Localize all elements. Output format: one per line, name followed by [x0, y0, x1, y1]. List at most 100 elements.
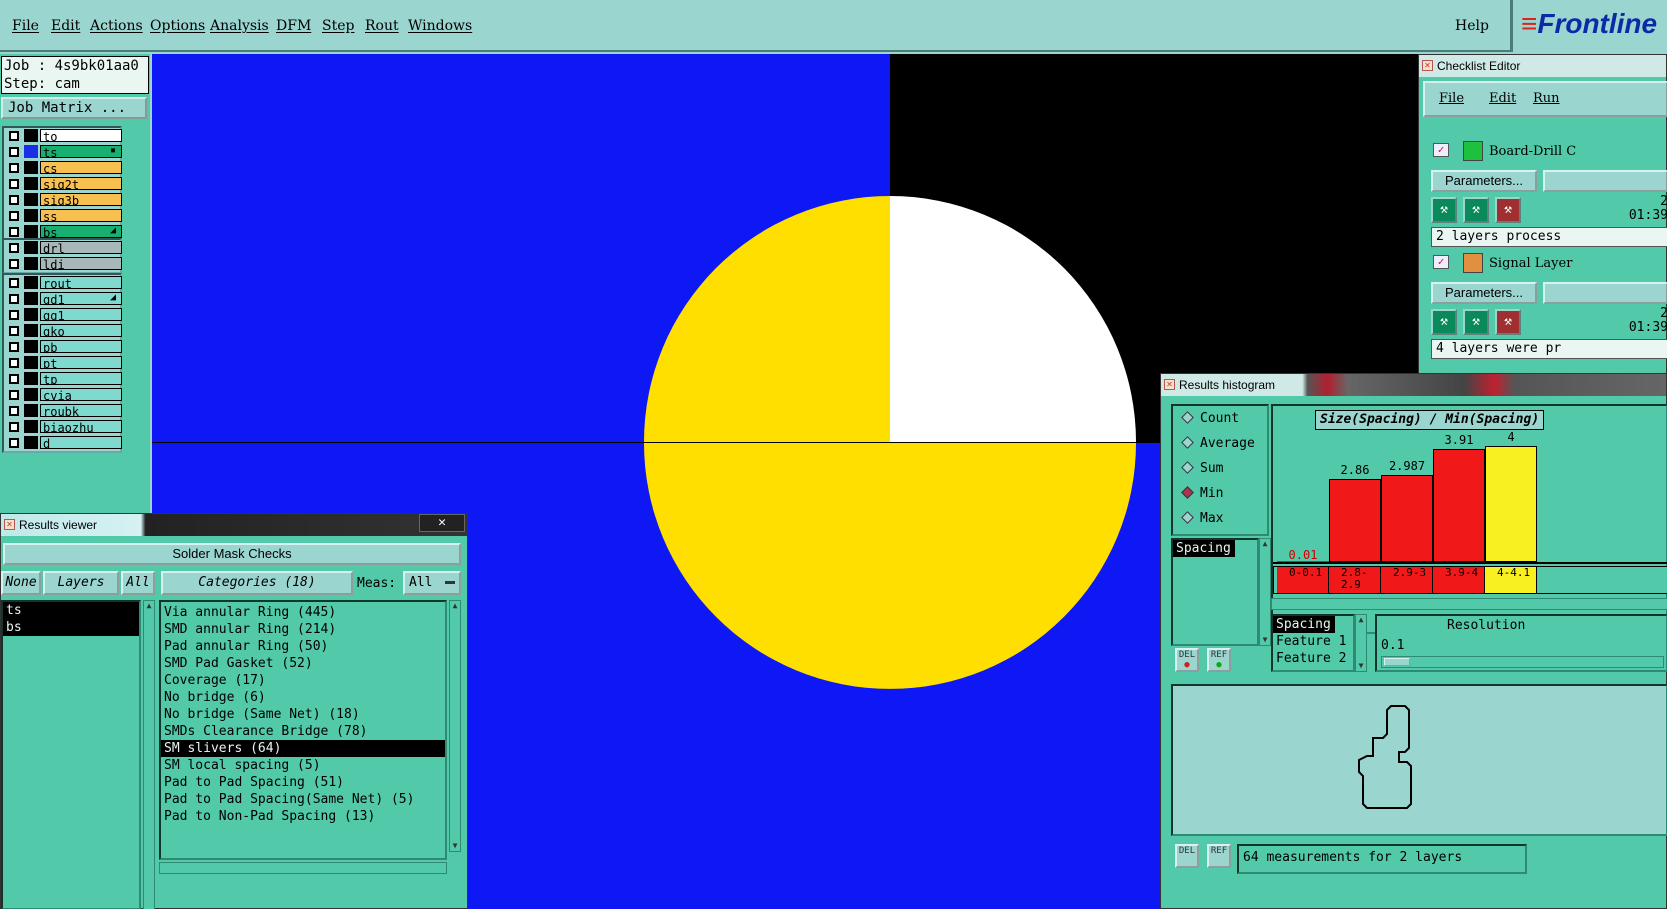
- category-item[interactable]: Pad to Non-Pad Spacing (13): [161, 808, 445, 825]
- meas-select[interactable]: All: [403, 571, 461, 595]
- bin-label[interactable]: 0-0.1: [1277, 567, 1329, 593]
- layer-name[interactable]: pb: [40, 340, 122, 353]
- layer-checkbox[interactable]: [9, 211, 19, 221]
- checklist-menu-file[interactable]: File: [1439, 91, 1464, 106]
- menu-options[interactable]: Options: [150, 18, 205, 34]
- layer-color-swatch[interactable]: [24, 129, 38, 142]
- layer-color-swatch[interactable]: [24, 324, 38, 337]
- layers-button[interactable]: Layers: [43, 571, 119, 595]
- mode-radio-average[interactable]: Average: [1181, 435, 1255, 453]
- ref-preview-button[interactable]: REF: [1207, 844, 1231, 868]
- stop-action-icon[interactable]: ⚒: [1495, 197, 1521, 223]
- layer-checkbox[interactable]: [9, 163, 19, 173]
- list-item[interactable]: Spacing: [1173, 540, 1235, 557]
- bin-label[interactable]: 2.9-3: [1381, 567, 1433, 593]
- layer-checkbox[interactable]: [9, 278, 19, 288]
- scroll-down-icon[interactable]: ▼: [1356, 661, 1366, 671]
- del-button[interactable]: DEL ●: [1175, 648, 1199, 672]
- category-item[interactable]: Coverage (17): [161, 672, 445, 689]
- radio-indicator-icon[interactable]: [1181, 436, 1194, 449]
- measure-scrollbar[interactable]: ▲ ▼: [1259, 538, 1271, 646]
- layer-list-scrollbar[interactable]: ▲: [143, 600, 155, 909]
- layer-name[interactable]: sig3b: [40, 193, 122, 206]
- layer-color-swatch[interactable]: [24, 436, 38, 449]
- menu-actions[interactable]: Actions: [90, 18, 143, 34]
- layer-row[interactable]: ss: [4, 208, 122, 224]
- layer-name[interactable]: pt: [40, 356, 122, 369]
- stop-action-icon[interactable]: ⚒: [1495, 309, 1521, 335]
- layer-color-swatch[interactable]: [24, 388, 38, 401]
- checklist-menu-run[interactable]: Run: [1533, 91, 1560, 106]
- layer-row[interactable]: pb: [4, 339, 122, 355]
- category-item[interactable]: No bridge (6): [161, 689, 445, 706]
- layer-checkbox[interactable]: [9, 131, 19, 141]
- category-item[interactable]: Pad to Pad Spacing (51): [161, 774, 445, 791]
- layer-color-swatch[interactable]: [24, 145, 38, 158]
- radio-indicator-icon[interactable]: [1181, 486, 1194, 499]
- layer-row[interactable]: ts ▪: [4, 144, 122, 160]
- layer-row[interactable]: gko: [4, 323, 122, 339]
- layer-color-swatch[interactable]: [24, 404, 38, 417]
- bin-label[interactable]: 2.8-2.9: [1329, 567, 1381, 593]
- radio-indicator-icon[interactable]: [1181, 411, 1194, 424]
- mode-radio-count[interactable]: Count: [1181, 410, 1239, 428]
- layer-checkbox[interactable]: [9, 179, 19, 189]
- plot-hscrollbar[interactable]: [1271, 598, 1667, 610]
- layer-checkbox[interactable]: [9, 294, 19, 304]
- layer-row[interactable]: rout: [4, 275, 122, 291]
- list-item[interactable]: ts: [3, 602, 139, 619]
- mode-radio-sum[interactable]: Sum: [1181, 460, 1223, 478]
- layer-color-swatch[interactable]: [24, 292, 38, 305]
- layer-color-swatch[interactable]: [24, 308, 38, 321]
- layer-name[interactable]: roubk: [40, 404, 122, 417]
- layer-name[interactable]: rout: [40, 276, 122, 289]
- layer-row[interactable]: d: [4, 435, 122, 451]
- axis-scrollbar[interactable]: ▲ ▼: [1355, 614, 1367, 672]
- layer-row[interactable]: biaozhu: [4, 419, 122, 435]
- mode-radio-max[interactable]: Max: [1181, 510, 1223, 528]
- category-list-scrollbar[interactable]: ▲ ▼: [449, 600, 461, 852]
- scroll-down-icon[interactable]: ▼: [1260, 635, 1270, 645]
- layer-color-swatch[interactable]: [24, 193, 38, 206]
- histogram-bar[interactable]: [1433, 448, 1485, 562]
- layer-color-swatch[interactable]: [24, 257, 38, 270]
- checklist-titlebar[interactable]: ✕ Checklist Editor: [1419, 55, 1666, 77]
- list-item[interactable]: Feature 1: [1273, 633, 1353, 650]
- resolution-slider[interactable]: [1381, 656, 1664, 668]
- menu-step[interactable]: Step: [322, 18, 354, 34]
- none-button[interactable]: None: [1, 571, 41, 595]
- category-item[interactable]: SM local spacing (5): [161, 757, 445, 774]
- category-hscrollbar[interactable]: [159, 862, 447, 874]
- layer-row[interactable]: tp: [4, 371, 122, 387]
- layer-checkbox[interactable]: [9, 390, 19, 400]
- parameters-button[interactable]: Parameters...: [1431, 282, 1537, 304]
- parameters-button[interactable]: Parameters...: [1431, 170, 1537, 192]
- slider-handle[interactable]: [1384, 658, 1410, 666]
- category-item[interactable]: Pad annular Ring (50): [161, 638, 445, 655]
- scroll-down-icon[interactable]: ▼: [450, 841, 460, 851]
- categories-button[interactable]: Categories (18): [161, 571, 353, 595]
- layer-checkbox[interactable]: [9, 310, 19, 320]
- layer-checkbox[interactable]: [9, 438, 19, 448]
- layer-checkbox[interactable]: [9, 243, 19, 253]
- list-item[interactable]: bs: [3, 619, 139, 636]
- scroll-up-icon[interactable]: ▲: [144, 601, 154, 611]
- ref-button[interactable]: REF ●: [1207, 648, 1231, 672]
- layer-color-swatch[interactable]: [24, 177, 38, 190]
- layer-checkbox[interactable]: [9, 406, 19, 416]
- layer-row[interactable]: pt: [4, 355, 122, 371]
- layer-row[interactable]: cvia: [4, 387, 122, 403]
- layer-name[interactable]: gko: [40, 324, 122, 337]
- run-action-icon[interactable]: ⚒: [1431, 309, 1457, 335]
- category-item[interactable]: Via annular Ring (445): [161, 604, 445, 621]
- layer-color-swatch[interactable]: [24, 276, 38, 289]
- layer-name[interactable]: cvia: [40, 388, 122, 401]
- job-matrix-button[interactable]: Job Matrix ...: [1, 97, 147, 119]
- bin-label[interactable]: 3.9-4: [1433, 567, 1485, 593]
- category-item[interactable]: SMD annular Ring (214): [161, 621, 445, 638]
- layer-checkbox[interactable]: [9, 422, 19, 432]
- menu-rout[interactable]: Rout: [365, 18, 399, 34]
- list-item[interactable]: Feature 2: [1273, 650, 1353, 667]
- layer-color-swatch[interactable]: [24, 340, 38, 353]
- show-results-icon[interactable]: ⚒: [1463, 309, 1489, 335]
